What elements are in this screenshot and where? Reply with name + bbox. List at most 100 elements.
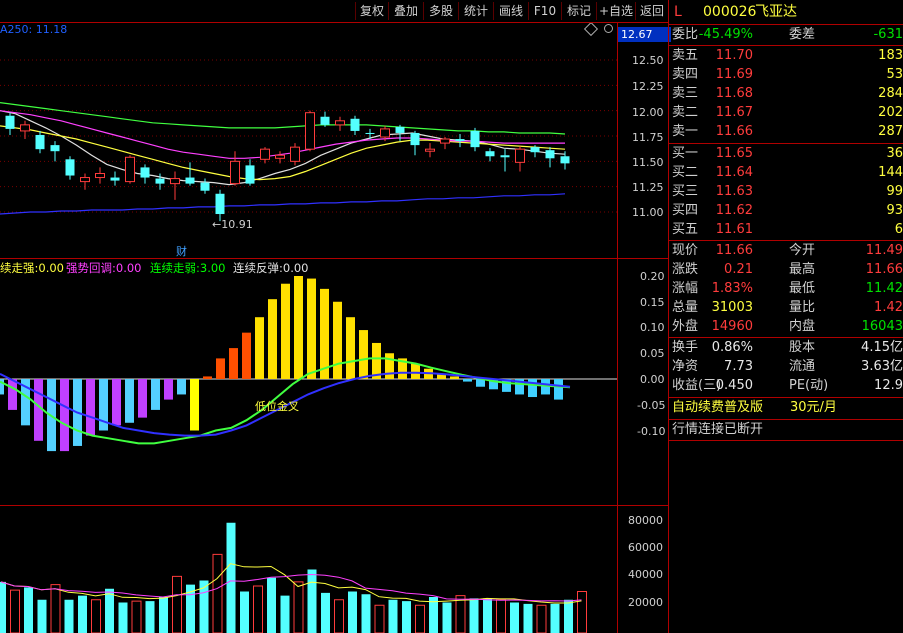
- volume-ma5: [0, 563, 582, 604]
- candle-body: [425, 148, 435, 152]
- ask-row[interactable]: 卖三 11.68 284: [669, 85, 903, 103]
- ask-row[interactable]: 卖二 11.67 202: [669, 104, 903, 122]
- candle-body: [20, 124, 30, 132]
- bid-row[interactable]: 买四 11.62 93: [669, 202, 903, 220]
- macd-bar: [242, 332, 251, 379]
- indicator-tick: -0.10: [637, 425, 666, 438]
- price-tick: 12.25: [632, 80, 664, 93]
- macd-bar: [8, 379, 17, 410]
- finance-mark[interactable]: 财: [176, 243, 187, 259]
- volume-bar: [510, 602, 519, 633]
- candle-body: [50, 145, 60, 152]
- candle-body: [95, 172, 105, 179]
- macd-bar: [190, 379, 199, 431]
- volume-bar: [10, 589, 20, 633]
- indicator-tick: -0.05: [637, 399, 666, 412]
- promo-row[interactable]: 自动续费普及版 30元/月: [669, 399, 903, 417]
- candle-body: [365, 132, 375, 134]
- volume-bar: [64, 599, 74, 633]
- ask-row[interactable]: 卖一 11.66 287: [669, 123, 903, 141]
- stat-row: 收益(三) 0.450 PE(动) 12.9: [672, 378, 903, 393]
- candle-body: [35, 134, 45, 150]
- legend-pullback: 强势回调:0.00: [66, 261, 142, 275]
- bid-row[interactable]: 买三 11.63 99: [669, 183, 903, 201]
- macd-bar: [203, 376, 212, 379]
- candle-body: [380, 128, 390, 138]
- stat-row: 涨幅 1.83% 最低 11.42: [672, 281, 903, 296]
- volume-bar: [240, 591, 249, 633]
- bid-row[interactable]: 买二 11.64 144: [669, 164, 903, 182]
- price-tick: 12.50: [632, 54, 664, 67]
- volume-bar: [212, 553, 223, 633]
- macd-bar: [320, 288, 329, 379]
- candle-body: [290, 146, 300, 162]
- candle-body: [125, 156, 135, 183]
- volume-bar: [442, 602, 452, 633]
- candle-body: [260, 148, 270, 160]
- legend-weak: 连续走弱:3.00: [150, 261, 226, 275]
- stock-code: 000026: [703, 4, 757, 20]
- volume-bar: [267, 577, 276, 633]
- volume-bar: [469, 598, 479, 633]
- candle-body: [410, 132, 420, 146]
- legend-rebound: 连续反弹:0.00: [233, 261, 309, 275]
- ask-row[interactable]: 卖四 11.69 53: [669, 66, 903, 84]
- ma-line-blue: [0, 193, 566, 215]
- volume-bar: [307, 569, 317, 633]
- candle-body: [305, 112, 315, 150]
- candle-body: [395, 126, 405, 133]
- ma-line-green: [0, 102, 566, 135]
- quote-panel: L 000026 飞亚达 委比 -45.49% 委差 -631 卖五 11.70 1…: [668, 0, 903, 633]
- macd-bar: [125, 379, 134, 423]
- volume-tick: 80000: [628, 514, 663, 527]
- candle-body: [560, 156, 570, 164]
- volume-bar: [37, 599, 47, 633]
- macd-bar: [554, 379, 563, 400]
- macd-bar: [372, 342, 381, 379]
- bid-row[interactable]: 买一 11.65 36: [669, 145, 903, 163]
- volume-bar: [293, 581, 304, 633]
- volume-bar: [321, 592, 330, 633]
- macd-bar: [86, 379, 95, 436]
- price-tick: 11.50: [632, 156, 664, 169]
- stat-row: 外盘 14960 内盘 16043: [672, 319, 903, 334]
- candle-body: [80, 177, 90, 183]
- volume-tick: 20000: [628, 596, 663, 609]
- chart-canvas[interactable]: [0, 0, 668, 633]
- volume-bar: [429, 597, 438, 633]
- candle-body: [320, 116, 330, 125]
- volume-bar: [105, 588, 114, 633]
- volume-bar: [536, 604, 547, 633]
- price-tick: 11.25: [632, 181, 664, 194]
- volume-bars: [0, 522, 587, 633]
- volume-bar: [550, 603, 560, 633]
- volume-bar: [145, 601, 155, 633]
- bid-row[interactable]: 买五 11.61 6: [669, 221, 903, 239]
- macd-bar: [112, 379, 121, 426]
- candle-body: [170, 178, 180, 185]
- volume-bar: [50, 584, 61, 633]
- volume-bar: [455, 595, 466, 633]
- volume-bar: [388, 599, 398, 633]
- volume-bar: [496, 599, 506, 633]
- candle-body: [5, 115, 15, 129]
- stat-row: 总量 31003 量比 1.42: [672, 300, 903, 315]
- candle-body: [185, 177, 195, 184]
- volume-bar: [78, 595, 87, 633]
- macd-bar: [151, 379, 160, 410]
- volume-bar: [280, 595, 290, 633]
- low-annotation: ←10.91: [212, 218, 253, 231]
- price-tick: 11.00: [632, 206, 664, 219]
- candle-body: [155, 178, 165, 184]
- macd-bar: [177, 379, 186, 395]
- indicator-tick: 0.00: [640, 373, 665, 386]
- macd-bar: [216, 358, 225, 379]
- volume-bar: [226, 522, 236, 633]
- macd-bar: [229, 348, 238, 379]
- volume-bar: [334, 599, 344, 633]
- ask-row[interactable]: 卖五 11.70 183: [669, 47, 903, 65]
- volume-bar: [402, 601, 411, 633]
- weibi-row: 委比 -45.49% 委差 -631: [672, 27, 903, 42]
- price-tick: 12.00: [632, 106, 664, 119]
- volume-bar: [172, 575, 182, 633]
